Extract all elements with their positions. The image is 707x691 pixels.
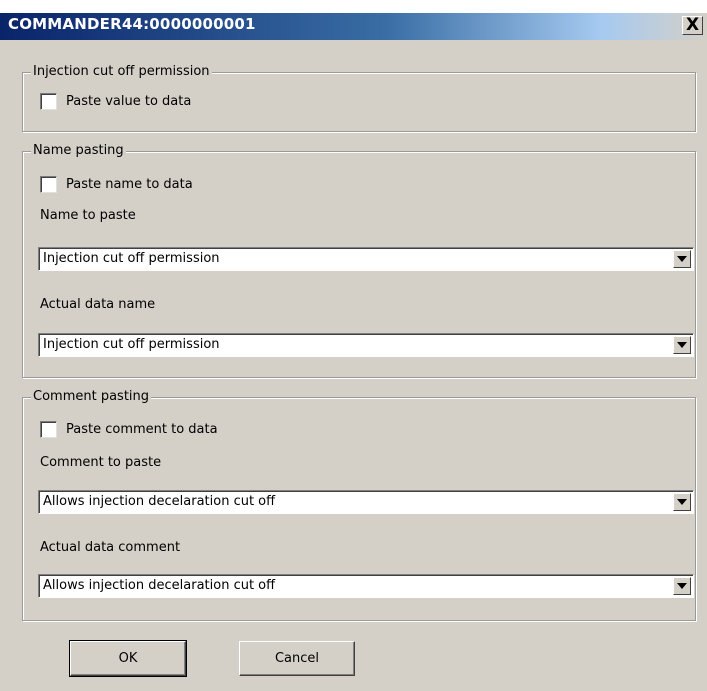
comment-to-paste-dropdown[interactable]: Allows injection decelaration cut off <box>38 490 694 514</box>
paste-value-label[interactable]: Paste value to data <box>66 94 191 109</box>
actual-name-dropdown[interactable]: Injection cut off permission <box>38 333 694 357</box>
paste-name-row[interactable]: Paste name to data <box>40 174 193 194</box>
injection-group-legend: Injection cut off permission <box>31 64 212 80</box>
paste-name-checkbox[interactable] <box>40 175 57 193</box>
actual-name-value: Injection cut off permission <box>43 337 220 352</box>
comment-pasting-legend: Comment pasting <box>31 389 152 405</box>
name-to-paste-dropdown-button[interactable] <box>673 250 691 268</box>
actual-name-dropdown-button[interactable] <box>673 336 691 354</box>
chevron-down-icon <box>677 256 687 262</box>
actual-comment-value: Allows injection decelaration cut off <box>43 578 276 593</box>
actual-comment-dropdown-button[interactable] <box>673 577 691 595</box>
paste-name-label[interactable]: Paste name to data <box>66 177 193 192</box>
name-to-paste-dropdown[interactable]: Injection cut off permission <box>38 247 694 271</box>
close-button[interactable]: X <box>682 16 703 35</box>
window-title: COMMANDER44:0000000001 <box>8 15 256 33</box>
comment-to-paste-value: Allows injection decelaration cut off <box>43 494 276 509</box>
paste-comment-label[interactable]: Paste comment to data <box>66 422 218 437</box>
dialog-client-area: Injection cut off permission Paste value… <box>0 40 707 691</box>
comment-to-paste-dropdown-button[interactable] <box>673 493 691 511</box>
chevron-down-icon <box>677 342 687 348</box>
dialog-window: COMMANDER44:0000000001 X Injection cut o… <box>0 0 707 691</box>
name-to-paste-label: Name to paste <box>40 208 136 223</box>
name-pasting-group: Name pasting Paste name to data Name to … <box>22 143 696 378</box>
actual-name-label: Actual data name <box>40 297 156 312</box>
name-pasting-legend: Name pasting <box>31 143 126 159</box>
comment-pasting-group: Comment pasting Paste comment to data Co… <box>22 389 696 621</box>
cancel-button[interactable]: Cancel <box>239 641 355 676</box>
actual-comment-dropdown[interactable]: Allows injection decelaration cut off <box>38 574 694 598</box>
actual-comment-label: Actual data comment <box>40 540 181 555</box>
name-to-paste-value: Injection cut off permission <box>43 251 220 266</box>
chevron-down-icon <box>677 499 687 505</box>
paste-value-row[interactable]: Paste value to data <box>40 91 191 111</box>
title-bar[interactable]: COMMANDER44:0000000001 X <box>0 0 707 40</box>
close-icon: X <box>685 15 700 35</box>
ok-button[interactable]: OK <box>69 640 187 677</box>
comment-to-paste-label: Comment to paste <box>40 455 162 470</box>
paste-comment-row[interactable]: Paste comment to data <box>40 419 218 439</box>
paste-value-checkbox[interactable] <box>40 92 57 110</box>
chevron-down-icon <box>677 583 687 589</box>
injection-group: Injection cut off permission Paste value… <box>22 64 696 132</box>
paste-comment-checkbox[interactable] <box>40 420 57 438</box>
